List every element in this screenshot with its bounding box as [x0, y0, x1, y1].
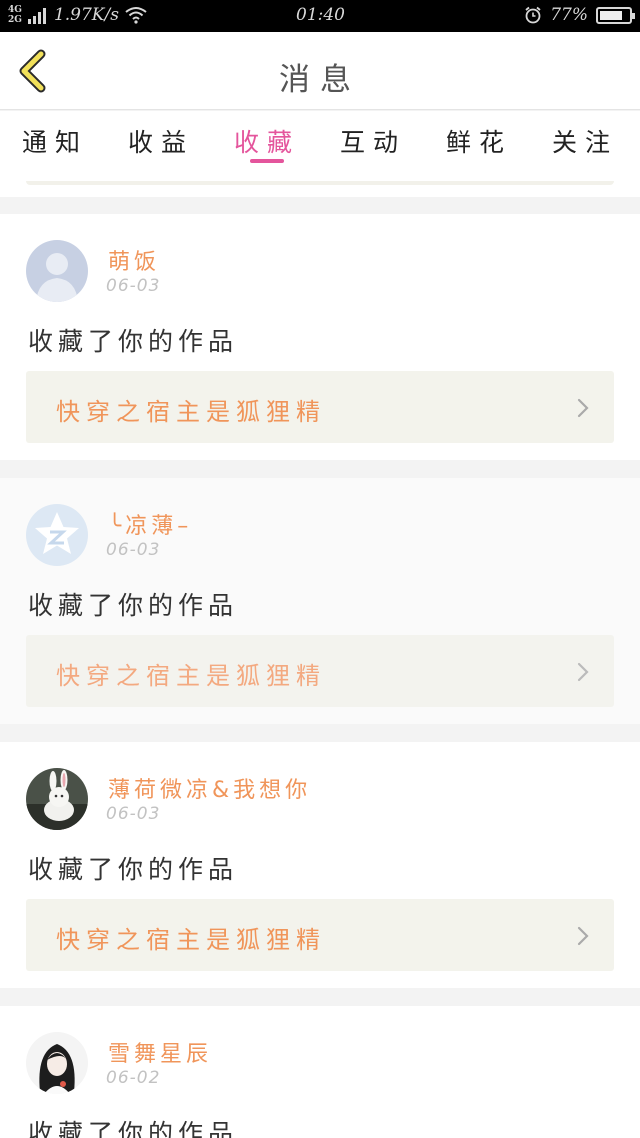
- work-link[interactable]: 快穿之宿主是狐狸精: [26, 371, 614, 443]
- network-speed: 1.97K/s: [53, 5, 119, 25]
- message-card: 雪舞星辰 06-02 收藏了你的作品: [0, 1006, 640, 1138]
- default-user-avatar-icon[interactable]: [26, 240, 88, 302]
- work-title: 快穿之宿主是狐狸精: [56, 398, 326, 426]
- message-date: 06-02: [106, 1068, 161, 1088]
- chevron-right-icon: [577, 398, 589, 418]
- network-type: 4G 2G: [8, 5, 22, 25]
- message-card: 薄荷微凉&我想你 06-03 收藏了你的作品 快穿之宿主是狐狸精: [0, 742, 640, 988]
- battery-fill: [600, 10, 622, 20]
- message-action-text: 收藏了你的作品: [28, 327, 239, 356]
- message-card: 萌饭 06-03 收藏了你的作品 快穿之宿主是狐狸精: [0, 214, 640, 460]
- active-tab-indicator: [250, 159, 284, 163]
- nav-header: 消息: [0, 32, 640, 110]
- work-link[interactable]: 快穿之宿主是狐狸精: [26, 635, 614, 707]
- chevron-right-icon: [577, 662, 589, 682]
- status-time: 01:40: [296, 5, 345, 25]
- page-title: 消息: [279, 62, 361, 98]
- wifi-icon: [125, 7, 147, 24]
- message-date: 06-03: [106, 804, 161, 824]
- work-link[interactable]: 快穿之宿主是狐狸精: [26, 899, 614, 971]
- qzone-star-avatar-icon[interactable]: [26, 504, 88, 566]
- tab-notifications[interactable]: 通知: [0, 123, 110, 159]
- tab-following[interactable]: 关注: [530, 123, 640, 159]
- message-action-text: 收藏了你的作品: [28, 1119, 239, 1138]
- tab-earnings[interactable]: 收益: [106, 123, 216, 159]
- message-username[interactable]: 雪舞星辰: [108, 1036, 212, 1068]
- message-username[interactable]: 萌饭: [108, 244, 160, 276]
- tab-favorites[interactable]: 收藏: [212, 123, 322, 159]
- alarm-icon: [525, 6, 541, 24]
- signal-icon: [27, 6, 46, 24]
- network-type-top: 4G: [8, 5, 22, 15]
- message-card: ╰凉薄– 06-03 收藏了你的作品 快穿之宿主是狐狸精: [0, 478, 640, 724]
- girl-photo-avatar-icon[interactable]: [26, 1032, 88, 1094]
- tab-interactions[interactable]: 互动: [318, 123, 428, 159]
- message-action-text: 收藏了你的作品: [28, 855, 239, 884]
- message-date: 06-03: [106, 276, 161, 296]
- message-username[interactable]: ╰凉薄–: [108, 508, 192, 540]
- message-date: 06-03: [106, 540, 161, 560]
- previous-card-edge: [0, 181, 640, 197]
- network-type-bottom: 2G: [8, 15, 22, 25]
- rabbit-photo-avatar-icon[interactable]: [26, 768, 88, 830]
- status-bar: 4G 2G 1.97K/s 01:40 77%: [0, 0, 640, 32]
- tab-flowers[interactable]: 鲜花: [424, 123, 534, 159]
- work-title: 快穿之宿主是狐狸精: [56, 662, 326, 690]
- tab-bar: 通知 收益 收藏 互动 鲜花 关注: [0, 111, 640, 181]
- chevron-right-icon: [577, 926, 589, 946]
- battery-percent: 77%: [550, 5, 588, 25]
- work-title: 快穿之宿主是狐狸精: [56, 926, 326, 954]
- battery-icon: [596, 6, 635, 24]
- message-username[interactable]: 薄荷微凉&我想你: [108, 772, 311, 804]
- message-action-text: 收藏了你的作品: [28, 591, 239, 620]
